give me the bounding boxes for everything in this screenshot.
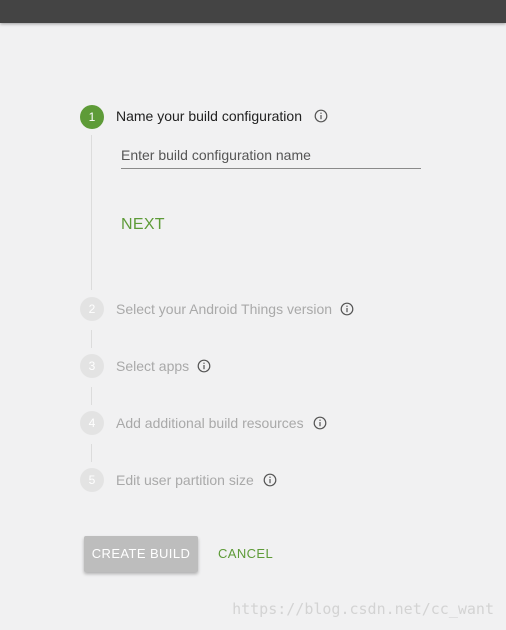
step-1-number: 1	[80, 105, 104, 129]
step-3-title[interactable]: Select apps	[116, 358, 189, 374]
info-icon[interactable]	[263, 473, 277, 487]
info-icon[interactable]	[314, 109, 328, 123]
step-2-title[interactable]: Select your Android Things version	[116, 301, 332, 317]
step-connector	[91, 330, 92, 348]
step-4-title[interactable]: Add additional build resources	[116, 415, 304, 431]
step-connector	[91, 444, 92, 462]
step-5-number: 5	[80, 468, 104, 492]
watermark: https://blog.csdn.net/cc_want	[232, 600, 494, 618]
build-config-name-input[interactable]	[121, 142, 421, 169]
info-icon[interactable]	[313, 416, 327, 430]
next-button[interactable]: NEXT	[121, 216, 165, 234]
step-5-title[interactable]: Edit user partition size	[116, 472, 254, 488]
step-2-number: 2	[80, 297, 104, 321]
cancel-button[interactable]: CANCEL	[218, 546, 273, 561]
step-1-title: Name your build configuration	[116, 108, 302, 124]
info-icon[interactable]	[197, 359, 211, 373]
top-bar	[0, 0, 506, 23]
step-3-number: 3	[80, 354, 104, 378]
step-connector	[91, 135, 92, 290]
step-connector	[91, 387, 92, 405]
step-4-number: 4	[80, 411, 104, 435]
create-build-button[interactable]: CREATE BUILD	[84, 536, 198, 572]
info-icon[interactable]	[340, 302, 354, 316]
